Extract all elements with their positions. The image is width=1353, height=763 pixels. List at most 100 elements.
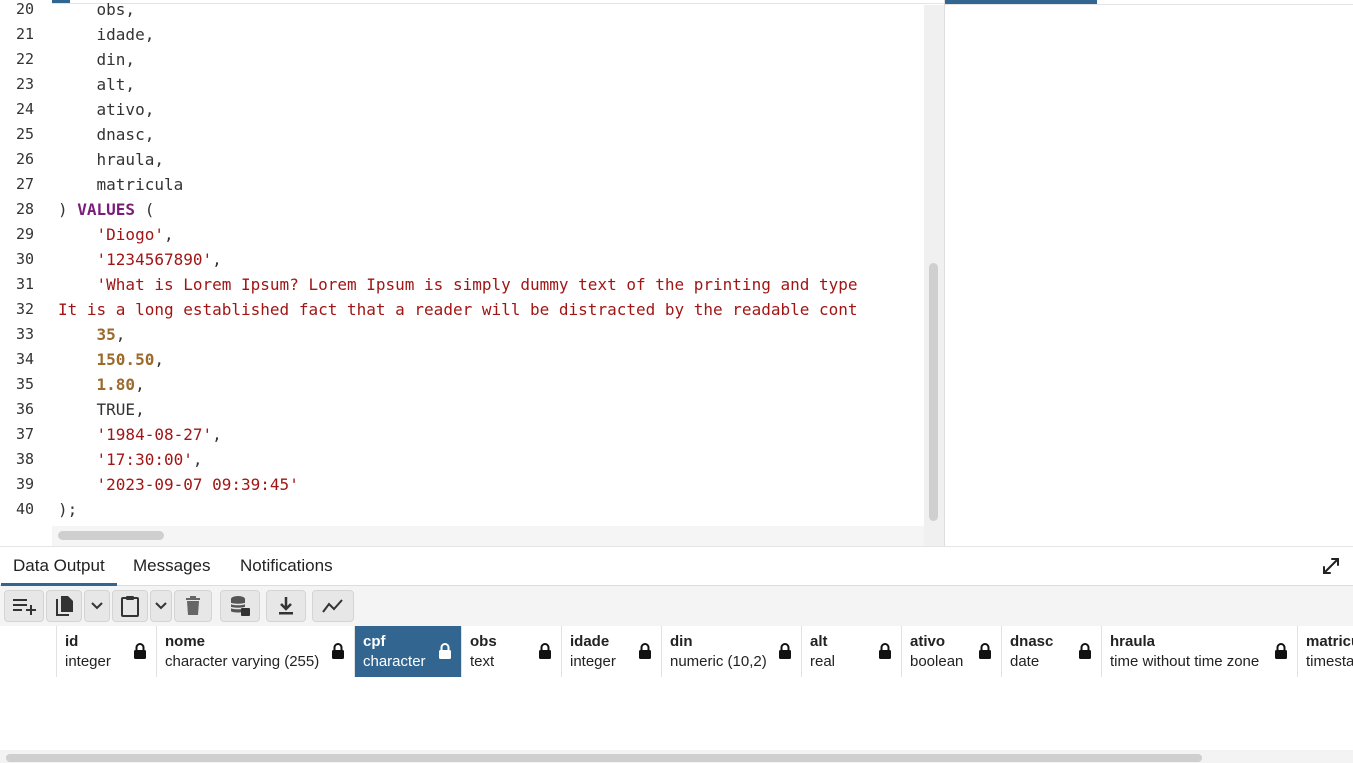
code-line[interactable]: hraula, bbox=[58, 147, 164, 172]
line-number: 34 bbox=[15, 350, 34, 368]
delete-button[interactable] bbox=[174, 590, 212, 622]
expand-icon[interactable] bbox=[1321, 556, 1341, 576]
code-token: obs, bbox=[58, 0, 136, 19]
code-line[interactable]: 'Diogo', bbox=[58, 222, 174, 247]
code-token: '17:30:00' bbox=[96, 450, 193, 469]
code-line[interactable]: idade, bbox=[58, 22, 155, 47]
data-output-toolbar bbox=[0, 586, 1353, 626]
code-line[interactable]: TRUE, bbox=[58, 397, 145, 422]
lock-icon bbox=[331, 643, 345, 659]
code-token: alt, bbox=[58, 75, 136, 94]
graph-button[interactable] bbox=[312, 590, 354, 622]
column-header-matricula[interactable]: matricula timestamp bbox=[1297, 626, 1353, 677]
editor-horizontal-scroll-thumb[interactable] bbox=[58, 531, 164, 540]
code-line[interactable]: It is a long established fact that a rea… bbox=[58, 297, 858, 322]
line-number: 22 bbox=[15, 50, 34, 68]
lock-icon bbox=[978, 643, 992, 659]
column-header-nome[interactable]: nome character varying (255) bbox=[156, 626, 354, 677]
lock-icon bbox=[778, 643, 792, 659]
column-header-id[interactable]: id integer bbox=[56, 626, 156, 677]
code-line[interactable]: ) VALUES ( bbox=[58, 197, 154, 222]
code-line[interactable]: '2023-09-07 09:39:45' bbox=[58, 472, 299, 497]
paste-button[interactable] bbox=[112, 590, 148, 622]
column-header-din[interactable]: din numeric (10,2) bbox=[661, 626, 801, 677]
code-line[interactable]: '1234567890', bbox=[58, 247, 222, 272]
column-header-ativo[interactable]: ativo boolean bbox=[901, 626, 1001, 677]
code-token: 150.50 bbox=[96, 350, 155, 369]
side-panel-tab-strip bbox=[945, 0, 1353, 5]
code-token: TRUE, bbox=[58, 400, 145, 419]
line-number: 33 bbox=[15, 325, 34, 343]
code-line[interactable]: 'What is Lorem Ipsum? Lorem Ipsum is sim… bbox=[58, 272, 858, 297]
code-line[interactable]: 150.50, bbox=[58, 347, 164, 372]
paste-options-dropdown[interactable] bbox=[150, 590, 172, 622]
column-header-cpf[interactable]: cpf character bbox=[354, 626, 461, 677]
lock-icon bbox=[538, 643, 552, 659]
code-line[interactable]: din, bbox=[58, 47, 136, 72]
column-type: numeric (10,2) bbox=[670, 653, 767, 670]
editor-horizontal-scrollbar[interactable] bbox=[52, 526, 924, 546]
line-number: 25 bbox=[15, 125, 34, 143]
code-token: matricula bbox=[58, 175, 184, 194]
code-line[interactable]: '1984-08-27', bbox=[58, 422, 222, 447]
column-header-hraula[interactable]: hraula time without time zone bbox=[1101, 626, 1297, 677]
add-row-button[interactable] bbox=[4, 590, 44, 622]
column-header-obs[interactable]: obs text bbox=[461, 626, 561, 677]
code-line[interactable]: '17:30:00', bbox=[58, 447, 203, 472]
column-header-alt[interactable]: alt real bbox=[801, 626, 901, 677]
editor-vertical-scroll-thumb[interactable] bbox=[929, 263, 938, 521]
download-button[interactable] bbox=[266, 590, 306, 622]
line-number-gutter: 20 21 22 23 24 25 26 27 28 29 30 31 32 33 34 35 36 37 38 39… bbox=[0, 0, 52, 546]
column-header-dnasc[interactable]: dnasc date bbox=[1001, 626, 1101, 677]
lock-icon bbox=[1078, 643, 1092, 659]
copy-options-dropdown[interactable] bbox=[84, 590, 110, 622]
line-number: 21 bbox=[15, 25, 34, 43]
line-number: 31 bbox=[15, 275, 34, 293]
code-line[interactable]: alt, bbox=[58, 72, 136, 97]
line-number: 37 bbox=[15, 425, 34, 443]
line-number: 36 bbox=[15, 400, 34, 418]
grid-horizontal-scroll-thumb[interactable] bbox=[6, 754, 1202, 762]
database-save-icon bbox=[230, 596, 250, 616]
code-token: , bbox=[192, 450, 203, 469]
column-name: nome bbox=[165, 633, 206, 650]
code-token: 35 bbox=[96, 325, 116, 344]
code-line[interactable]: obs, bbox=[58, 0, 136, 22]
code-line[interactable]: 1.80, bbox=[58, 372, 145, 397]
code-token: '2023-09-07 09:39:45' bbox=[96, 475, 299, 494]
line-number: 26 bbox=[15, 150, 34, 168]
column-type: time without time zone bbox=[1110, 653, 1260, 670]
column-type: timestamp bbox=[1306, 653, 1353, 670]
tab-messages[interactable]: Messages bbox=[121, 547, 222, 586]
code-area[interactable]: obs, idade, din, alt, ativo, dnasc, hrau… bbox=[58, 0, 944, 526]
copy-button[interactable] bbox=[46, 590, 82, 622]
line-number: 24 bbox=[15, 100, 34, 118]
editor-vertical-scrollbar[interactable] bbox=[924, 5, 944, 546]
grid-horizontal-scrollbar[interactable] bbox=[0, 750, 1353, 763]
row-number-header[interactable] bbox=[0, 626, 56, 677]
chevron-down-icon bbox=[155, 602, 167, 610]
line-number: 29 bbox=[15, 225, 34, 243]
code-line[interactable]: 35, bbox=[58, 322, 126, 347]
line-number: 23 bbox=[15, 75, 34, 93]
save-data-button[interactable] bbox=[220, 590, 260, 622]
column-name: matricula bbox=[1306, 633, 1353, 650]
download-icon bbox=[279, 597, 293, 615]
code-line[interactable]: matricula bbox=[58, 172, 184, 197]
code-token: ( bbox=[135, 200, 155, 219]
tab-data-output[interactable]: Data Output bbox=[1, 547, 117, 586]
sql-editor[interactable]: 20 21 22 23 24 25 26 27 28 29 30 31 32 33 34 35 36 37 38 39… bbox=[0, 0, 944, 546]
code-line[interactable]: ); bbox=[58, 497, 77, 522]
lock-icon bbox=[438, 643, 452, 659]
code-line[interactable]: ativo, bbox=[58, 97, 155, 122]
code-line[interactable]: dnasc, bbox=[58, 122, 155, 147]
line-number: 38 bbox=[15, 450, 34, 468]
column-header-idade[interactable]: idade integer bbox=[561, 626, 661, 677]
tab-notifications[interactable]: Notifications bbox=[228, 547, 345, 586]
trash-icon bbox=[186, 596, 200, 615]
